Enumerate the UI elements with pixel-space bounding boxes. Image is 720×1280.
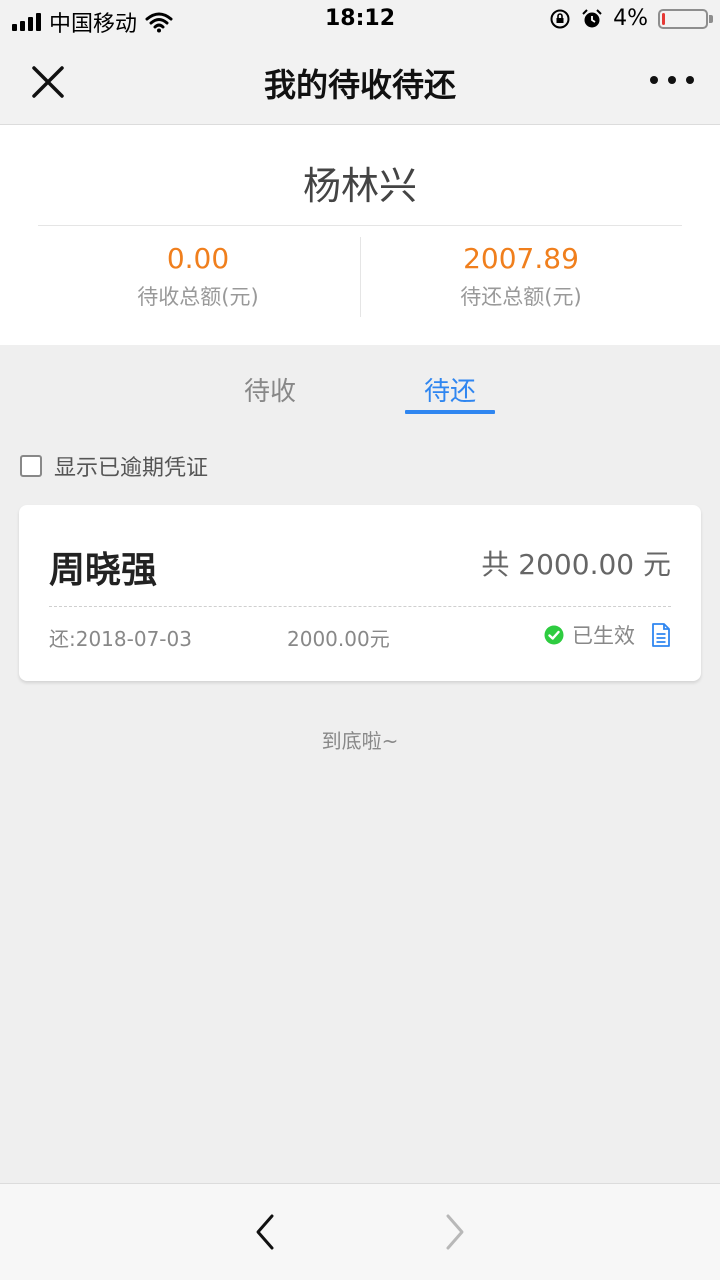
browser-toolbar [0,1183,720,1280]
show-overdue-filter[interactable]: 显示已逾期凭证 [20,450,208,482]
battery-fill [662,12,665,25]
summary-divider [38,225,682,226]
tab-active-indicator [405,410,495,414]
record-divider [49,606,671,607]
record-status-text: 已生效 [572,624,635,648]
forward-arrow-icon[interactable] [440,1212,470,1252]
payable-amount: 2007.89 [463,242,579,275]
record-status: 已生效 [544,620,671,650]
tab-payable[interactable]: 待还 [405,371,495,408]
page-title: 我的待收待还 [263,66,456,104]
page: 中国移动 18:12 4% 我的待收待还 杨林兴 0.00 待收总额(元) 20… [0,0,720,1280]
list-item[interactable]: 周晓强 共 2000.00 元 还:2018-07-03 2000.00元 已生… [19,505,701,681]
record-date: 还:2018-07-03 [49,627,192,651]
receivable-amount: 0.00 [166,242,230,275]
status-right: 4% [549,6,713,31]
alarm-icon [582,8,602,27]
tab-receivable[interactable]: 待收 [230,371,310,408]
show-overdue-label: 显示已逾期凭证 [54,456,209,481]
show-overdue-checkbox[interactable] [20,455,42,477]
back-arrow-icon[interactable] [250,1212,280,1252]
record-total: 共 2000.00 元 [481,548,671,581]
receivable-total: 0.00 待收总额(元) [38,239,358,311]
tab-bar: 待收 待还 [0,345,720,425]
payable-total: 2007.89 待还总额(元) [361,239,681,311]
user-name: 杨林兴 [302,164,417,208]
orientation-lock-icon [550,9,570,28]
more-options-icon[interactable] [650,70,694,90]
nav-bar: 我的待收待还 [0,40,720,125]
list-end-text: 到底啦~ [321,729,399,753]
summary-panel: 杨林兴 0.00 待收总额(元) 2007.89 待还总额(元) [0,125,720,345]
record-name: 周晓强 [49,550,158,591]
document-icon[interactable] [651,623,671,647]
check-circle-icon [544,625,564,645]
battery-cap [709,14,713,23]
receivable-label: 待收总额(元) [137,285,259,309]
status-bar: 中国移动 18:12 4% [0,0,720,40]
battery-percent: 4% [613,6,648,31]
record-amount: 2000.00元 [287,627,390,651]
payable-label: 待还总额(元) [460,285,582,309]
battery-icon [658,8,713,29]
